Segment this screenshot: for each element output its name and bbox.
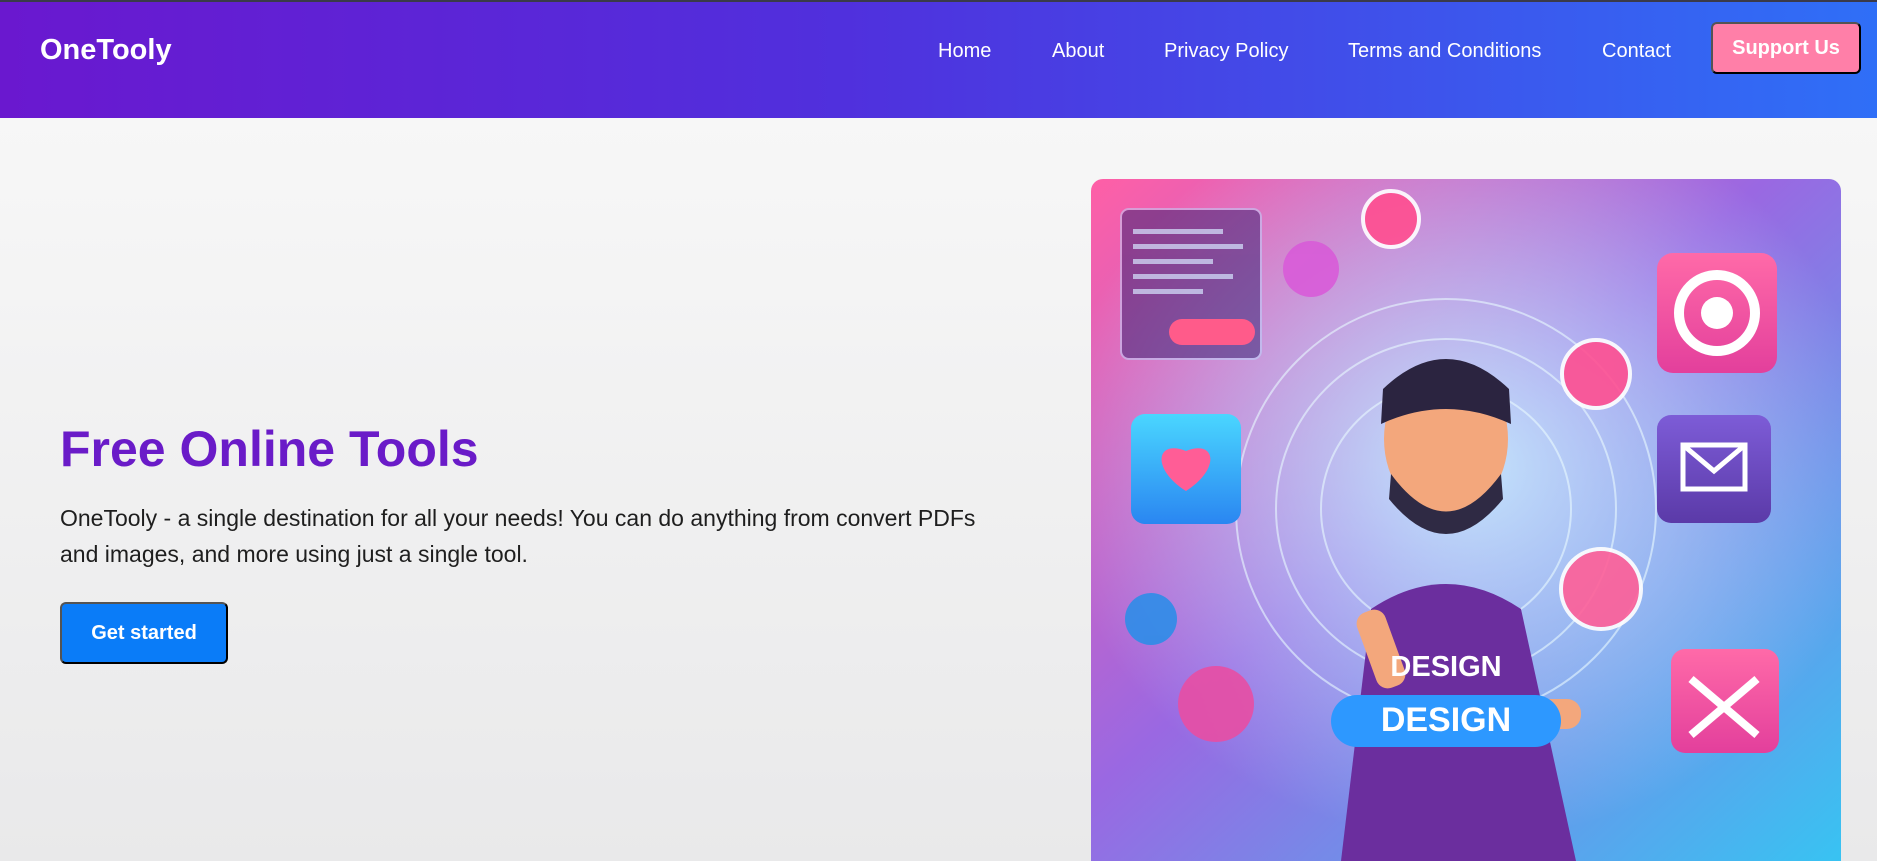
mail-icon (1657, 415, 1771, 523)
nav-contact-link[interactable]: Contact (1602, 40, 1671, 63)
code-window-icon (1120, 208, 1262, 360)
gear-icon (1657, 253, 1777, 373)
nav-privacy-link[interactable]: Privacy Policy (1164, 40, 1288, 63)
hero-title: Free Online Tools (60, 421, 479, 477)
heart-icon (1131, 414, 1241, 524)
site-logo[interactable]: OneTooly (40, 34, 172, 67)
top-border (0, 0, 1877, 2)
nav-home-link[interactable]: Home (938, 40, 991, 63)
nav-about-link[interactable]: About (1052, 40, 1104, 63)
hero-illustration: DESIGN DESIGN (1091, 179, 1841, 861)
tools-icon (1671, 649, 1779, 753)
hero-description: OneTooly - a single destination for all … (60, 505, 976, 567)
support-us-button[interactable]: Support Us (1711, 22, 1861, 74)
illustration-design-text-top: DESIGN (1390, 651, 1501, 683)
illustration-design-text-bottom: DESIGN (1381, 701, 1511, 739)
nav-terms-link[interactable]: Terms and Conditions (1348, 40, 1541, 63)
site-header: OneTooly Home About Privacy Policy Terms… (0, 0, 1877, 118)
get-started-button[interactable]: Get started (60, 602, 228, 664)
illustration-svg: DESIGN DESIGN (1091, 179, 1841, 861)
